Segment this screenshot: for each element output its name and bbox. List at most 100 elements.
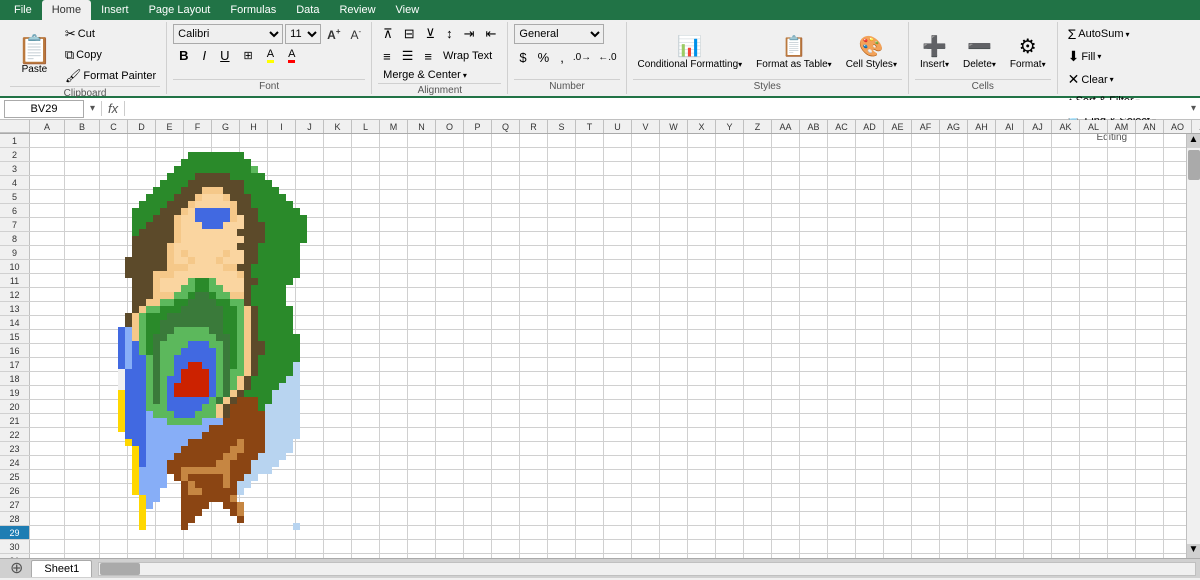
cell-F22[interactable] <box>184 428 212 442</box>
cell-P20[interactable] <box>464 400 492 414</box>
cell-I27[interactable] <box>268 498 296 512</box>
cell-AB9[interactable] <box>800 246 828 260</box>
cell-Y3[interactable] <box>716 162 744 176</box>
cell-U11[interactable] <box>604 274 632 288</box>
cell-AF11[interactable] <box>912 274 940 288</box>
cell-J18[interactable] <box>296 372 324 386</box>
cell-AN17[interactable] <box>1136 358 1164 372</box>
cell-AL13[interactable] <box>1080 302 1108 316</box>
cell-AJ1[interactable] <box>1024 134 1052 148</box>
cell-AI22[interactable] <box>996 428 1024 442</box>
cell-P14[interactable] <box>464 316 492 330</box>
scroll-down-button[interactable]: ▼ <box>1187 544 1200 558</box>
cell-AM19[interactable] <box>1108 386 1136 400</box>
cell-AI11[interactable] <box>996 274 1024 288</box>
cell-AJ26[interactable] <box>1024 484 1052 498</box>
cell-W3[interactable] <box>660 162 688 176</box>
cell-H26[interactable] <box>240 484 268 498</box>
cell-AH5[interactable] <box>968 190 996 204</box>
cell-A16[interactable] <box>30 344 65 358</box>
cell-T30[interactable] <box>576 540 604 554</box>
cell-Z21[interactable] <box>744 414 772 428</box>
cell-B10[interactable] <box>65 260 100 274</box>
cell-AA4[interactable] <box>772 176 800 190</box>
cell-A18[interactable] <box>30 372 65 386</box>
cell-AD8[interactable] <box>856 232 884 246</box>
cell-C31[interactable] <box>100 554 128 558</box>
cell-AK20[interactable] <box>1052 400 1080 414</box>
cell-AM15[interactable] <box>1108 330 1136 344</box>
cell-AH19[interactable] <box>968 386 996 400</box>
cell-L18[interactable] <box>352 372 380 386</box>
cell-AN8[interactable] <box>1136 232 1164 246</box>
cell-AO18[interactable] <box>1164 372 1186 386</box>
cell-AA24[interactable] <box>772 456 800 470</box>
cell-AJ31[interactable] <box>1024 554 1052 558</box>
cell-K5[interactable] <box>324 190 352 204</box>
decrease-decimal-button[interactable]: ←.0 <box>595 50 619 65</box>
cell-P23[interactable] <box>464 442 492 456</box>
cell-AO4[interactable] <box>1164 176 1186 190</box>
cell-M4[interactable] <box>380 176 408 190</box>
cell-S3[interactable] <box>548 162 576 176</box>
cell-E8[interactable] <box>156 232 184 246</box>
cell-O16[interactable] <box>436 344 464 358</box>
cell-S9[interactable] <box>548 246 576 260</box>
cell-AF8[interactable] <box>912 232 940 246</box>
cell-J21[interactable] <box>296 414 324 428</box>
cell-AM25[interactable] <box>1108 470 1136 484</box>
cell-AB5[interactable] <box>800 190 828 204</box>
cell-AL18[interactable] <box>1080 372 1108 386</box>
cell-AH26[interactable] <box>968 484 996 498</box>
cell-AN24[interactable] <box>1136 456 1164 470</box>
cell-H3[interactable] <box>240 162 268 176</box>
cell-M22[interactable] <box>380 428 408 442</box>
cell-AD5[interactable] <box>856 190 884 204</box>
cell-E4[interactable] <box>156 176 184 190</box>
sheet-tab-sheet1[interactable]: Sheet1 <box>31 560 92 577</box>
cell-X16[interactable] <box>688 344 716 358</box>
cell-F23[interactable] <box>184 442 212 456</box>
cell-AN20[interactable] <box>1136 400 1164 414</box>
cell-H18[interactable] <box>240 372 268 386</box>
cell-W30[interactable] <box>660 540 688 554</box>
cell-H23[interactable] <box>240 442 268 456</box>
cell-B9[interactable] <box>65 246 100 260</box>
tab-file[interactable]: File <box>4 0 42 20</box>
cell-AH6[interactable] <box>968 204 996 218</box>
cell-Y9[interactable] <box>716 246 744 260</box>
cell-M8[interactable] <box>380 232 408 246</box>
cell-V1[interactable] <box>632 134 660 148</box>
cell-H22[interactable] <box>240 428 268 442</box>
cell-O1[interactable] <box>436 134 464 148</box>
cell-H28[interactable] <box>240 512 268 526</box>
cell-Q24[interactable] <box>492 456 520 470</box>
cell-U5[interactable] <box>604 190 632 204</box>
cell-AI8[interactable] <box>996 232 1024 246</box>
cell-AO7[interactable] <box>1164 218 1186 232</box>
cell-AB31[interactable] <box>800 554 828 558</box>
cell-AK5[interactable] <box>1052 190 1080 204</box>
cell-AD31[interactable] <box>856 554 884 558</box>
cell-C29[interactable] <box>100 526 128 540</box>
cell-L29[interactable] <box>352 526 380 540</box>
align-middle-button[interactable]: ⊟ <box>399 24 420 44</box>
cell-N16[interactable] <box>408 344 436 358</box>
cell-AJ13[interactable] <box>1024 302 1052 316</box>
cell-G9[interactable] <box>212 246 240 260</box>
cell-AH22[interactable] <box>968 428 996 442</box>
cell-S26[interactable] <box>548 484 576 498</box>
cell-AD17[interactable] <box>856 358 884 372</box>
cell-E30[interactable] <box>156 540 184 554</box>
cell-AA20[interactable] <box>772 400 800 414</box>
cell-T7[interactable] <box>576 218 604 232</box>
cell-T4[interactable] <box>576 176 604 190</box>
cell-G20[interactable] <box>212 400 240 414</box>
cell-AM26[interactable] <box>1108 484 1136 498</box>
cell-AF23[interactable] <box>912 442 940 456</box>
tab-view[interactable]: View <box>386 0 430 20</box>
cell-AM12[interactable] <box>1108 288 1136 302</box>
cell-AO11[interactable] <box>1164 274 1186 288</box>
cell-AE7[interactable] <box>884 218 912 232</box>
cell-K6[interactable] <box>324 204 352 218</box>
